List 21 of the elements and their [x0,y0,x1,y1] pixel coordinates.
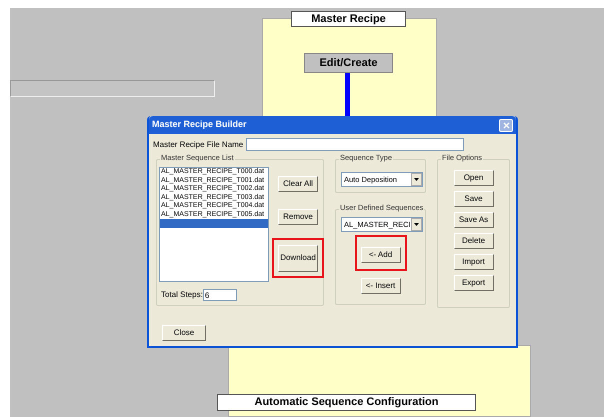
field-label: Master Recipe File Name [153,140,244,148]
dialog-button[interactable]: <- Add [360,247,400,263]
dialog-button[interactable]: Download [278,244,318,272]
total-steps-field[interactable]: 6 [202,289,237,301]
dialog-button[interactable]: Open [454,170,494,186]
file-name-field[interactable] [246,138,464,151]
close-icon[interactable] [499,118,513,132]
panel-title: Automatic Sequence Configuration [217,394,476,411]
dialog-button[interactable]: Close [162,325,206,341]
dialog-button[interactable]: Save [454,191,494,207]
edit-create-button[interactable]: Edit/Create [304,53,393,73]
field-label: Total Steps: [161,291,203,299]
dialog-button[interactable]: Delete [454,233,494,249]
window-title: Master Recipe Builder [152,118,247,132]
panel-title: Master Recipe [291,11,406,27]
dialog-button[interactable]: Clear All [278,176,318,192]
dialog-button[interactable]: <- Insert [360,278,400,294]
dialog-button[interactable]: Export [454,275,494,291]
dialog-button[interactable]: Remove [278,209,318,225]
dialog-button[interactable]: Import [454,254,494,270]
dialog-button[interactable]: Save As [454,212,494,228]
